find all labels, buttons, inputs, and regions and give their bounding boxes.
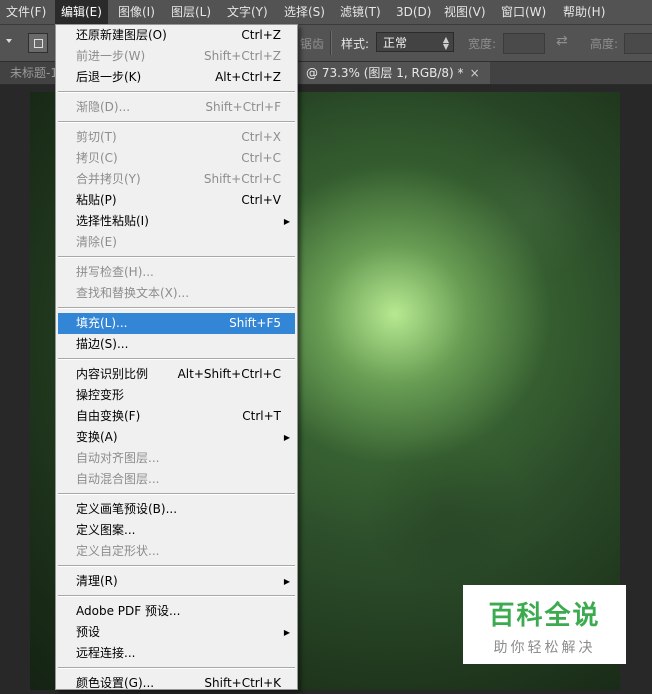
submenu-arrow-icon: ▶ [283,577,290,586]
menu-item-content-aware-scale[interactable]: 内容识别比例 Alt+Shift+Ctrl+C [56,364,297,385]
menu-item-spell-check: 拼写检查(H)... [76,265,154,279]
menu-layer[interactable]: 图层(L) [165,0,217,24]
menu-filter[interactable]: 滤镜(T) [334,0,387,24]
watermark-logo: 百科全说 助你轻松解决 [463,585,626,664]
submenu-arrow-icon: ▶ [283,433,290,442]
menu-item-find-replace: 查找和替换文本(X)... [76,286,190,300]
tab-active-document[interactable]: @ 73.3% (图层 1, RGB/8) * × [298,62,490,84]
width-field[interactable] [503,33,545,54]
menu-item-fill[interactable]: 填充(L)... Shift+F5 [58,313,295,334]
anti-alias-label: 锯齿 [300,37,325,51]
menu-item-paste[interactable]: 粘贴(P) Ctrl+V [56,190,297,211]
close-tab-icon[interactable]: × [470,66,480,80]
height-label: 高度: [590,37,619,51]
menu-item-step-backward[interactable]: 后退一步(K) Alt+Ctrl+Z [56,67,297,88]
style-select[interactable]: 正常 ▲ ▼ [376,32,454,52]
menu-item-auto-align: 自动对齐图层... [76,451,160,465]
menu-type[interactable]: 文字(Y) [221,0,274,24]
menu-item-pdf-presets[interactable]: Adobe PDF 预设... [56,601,297,622]
menu-item-transform[interactable]: 变换(A) ▶ [56,427,297,448]
style-label: 样式: [341,37,370,51]
menu-item-define-shape: 定义自定形状... [76,544,160,558]
tool-preset-dropdown-icon[interactable] [6,39,12,43]
height-field[interactable] [624,33,652,54]
menu-separator [58,91,295,93]
menu-item-puppet-warp[interactable]: 操控变形 [56,385,297,406]
menu-item-clear: 清除(E) [76,235,117,249]
menu-item-auto-blend: 自动混合图层... [76,472,160,486]
options-divider [330,31,332,55]
menu-3d[interactable]: 3D(D) [390,0,437,24]
menu-separator [58,121,295,123]
menu-item-presets[interactable]: 预设 ▶ [56,622,297,643]
menu-item-color-settings[interactable]: 颜色设置(G)... Shift+Ctrl+K [56,673,297,694]
menu-item-copy-merged: 合并拷贝(Y) Shift+Ctrl+C [76,172,281,186]
menu-item-define-pattern[interactable]: 定义图案... [56,520,297,541]
menu-select[interactable]: 选择(S) [278,0,331,24]
menu-item-fade: 渐隐(D)... Shift+Ctrl+F [76,100,281,114]
menu-item-define-brush[interactable]: 定义画笔预设(B)... [56,499,297,520]
watermark-subtitle: 助你轻松解决 [493,640,596,656]
select-arrows-icon: ▲ ▼ [442,35,449,51]
menu-edit[interactable]: 编辑(E) [55,0,108,24]
menu-item-cut: 剪切(T) Ctrl+X [76,130,281,144]
menu-view[interactable]: 视图(V) [438,0,492,24]
edit-menu-dropdown: 还原新建图层(O) Ctrl+Z 前进一步(W) Shift+Ctrl+Z 后退一步… [55,24,298,690]
watermark-title: 百科全说 [488,601,601,631]
menu-item-remote-connections[interactable]: 远程连接... [56,643,297,664]
menu-file[interactable]: 文件(F) [0,0,52,24]
menu-item-free-transform[interactable]: 自由变换(F) Ctrl+T [56,406,297,427]
swap-icon[interactable]: ⇄ [556,33,568,49]
new-selection-icon[interactable] [28,33,48,53]
tab-active-title: @ 73.3% (图层 1, RGB/8) * [306,66,464,80]
menu-separator [58,667,295,669]
menu-separator [58,358,295,360]
menu-item-copy: 拷贝(C) Ctrl+C [76,151,281,165]
menu-item-stroke[interactable]: 描边(S)... [56,334,297,355]
submenu-arrow-icon: ▶ [283,628,290,637]
menu-bar: 文件(F) 编辑(E) 图像(I) 图层(L) 文字(Y) 选择(S) 滤镜(T… [0,0,652,25]
menu-separator [58,493,295,495]
menu-help[interactable]: 帮助(H) [557,0,611,24]
menu-separator [58,256,295,258]
menu-window[interactable]: 窗口(W) [495,0,552,24]
menu-item-paste-special[interactable]: 选择性粘贴(I) ▶ [56,211,297,232]
menu-item-undo[interactable]: 还原新建图层(O) Ctrl+Z [56,25,297,46]
menu-separator [58,565,295,567]
menu-separator [58,307,295,309]
submenu-arrow-icon: ▶ [283,217,290,226]
menu-separator [58,595,295,597]
menu-item-step-forward: 前进一步(W) Shift+Ctrl+Z [76,49,281,63]
menu-item-purge[interactable]: 清理(R) ▶ [56,571,297,592]
style-select-value: 正常 [383,36,408,50]
menu-image[interactable]: 图像(I) [112,0,161,24]
width-label: 宽度: [468,37,497,51]
